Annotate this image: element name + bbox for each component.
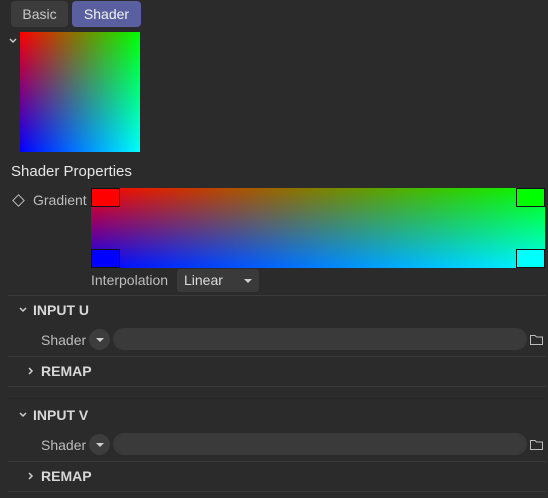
divider <box>8 386 546 387</box>
input-u-title[interactable]: INPUT U <box>33 302 89 318</box>
chevron-down-icon[interactable] <box>18 305 28 315</box>
input-v-shader-label: Shader <box>41 437 87 453</box>
divider <box>8 398 546 399</box>
gradient-knot-bottom-left[interactable] <box>91 249 120 268</box>
divider <box>8 491 546 492</box>
chevron-right-icon[interactable] <box>26 366 36 376</box>
shader-preview <box>20 32 140 152</box>
chevron-down-icon[interactable] <box>8 36 18 46</box>
input-v-shader-dropdown[interactable] <box>89 434 110 455</box>
input-u-shader-field[interactable] <box>113 328 527 350</box>
input-u-remap-title[interactable]: REMAP <box>41 363 92 379</box>
folder-icon[interactable] <box>530 439 543 450</box>
interpolation-label: Interpolation <box>91 272 169 288</box>
divider <box>8 461 546 462</box>
gradient-editor[interactable] <box>91 188 545 268</box>
gradient-knot-bottom-right[interactable] <box>516 249 545 268</box>
tab-basic[interactable]: Basic <box>11 1 68 27</box>
keyframe-diamond-icon[interactable] <box>12 194 25 207</box>
section-title: Shader Properties <box>11 163 132 180</box>
interpolation-select[interactable]: Linear <box>177 269 259 292</box>
tab-shader[interactable]: Shader <box>72 1 141 27</box>
divider <box>8 356 546 357</box>
input-v-remap-title[interactable]: REMAP <box>41 468 92 484</box>
divider <box>8 295 546 296</box>
gradient-label: Gradient <box>33 192 87 208</box>
interpolation-value: Linear <box>184 272 223 288</box>
caret-down-icon <box>244 279 252 283</box>
input-v-shader-field[interactable] <box>113 433 527 455</box>
input-u-shader-label: Shader <box>41 332 87 348</box>
chevron-down-icon[interactable] <box>18 410 28 420</box>
gradient-knot-top-left[interactable] <box>91 188 120 207</box>
chevron-right-icon[interactable] <box>26 471 36 481</box>
gradient-knot-top-right[interactable] <box>516 188 545 207</box>
input-u-shader-dropdown[interactable] <box>89 329 110 350</box>
folder-icon[interactable] <box>530 334 543 345</box>
input-v-title[interactable]: INPUT V <box>33 407 88 423</box>
